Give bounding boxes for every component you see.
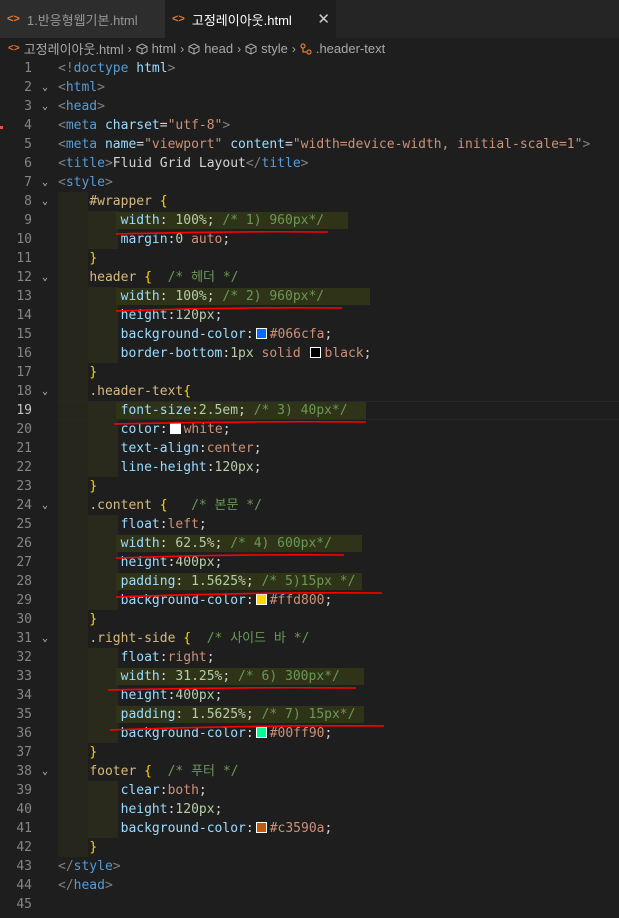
tab-label: 1.반응형웹기본.html [26, 12, 138, 28]
chevron-right-icon: › [237, 41, 242, 56]
red-underline [113, 420, 367, 425]
breadcrumb-style[interactable]: style [261, 41, 288, 56]
tab-fixed-layout[interactable]: <> 고정레이아웃.html ✕ [165, 0, 336, 38]
red-underline [115, 307, 343, 312]
breadcrumb-selector[interactable]: .header-text [316, 41, 385, 56]
annotation-underlines [107, 230, 385, 731]
breadcrumb-html[interactable]: html [152, 41, 177, 56]
html-file-icon: <> [172, 13, 185, 25]
red-underline [115, 554, 345, 559]
tab-label: 고정레이아웃.html [191, 12, 292, 28]
red-underline [109, 725, 385, 731]
code-editor[interactable]: 1 <!doctype html> 2 ⌄ <html> 3 ⌄ <head> 4 <meta c… [0, 59, 619, 918]
element-cube-icon [188, 42, 200, 55]
breadcrumb: <> 고정레이아웃.html › html › head › style › .… [0, 38, 619, 59]
html-file-icon: <> [8, 43, 20, 54]
tab-bar: <> 1.반응형웹기본.html <> 고정레이아웃.html ✕ [0, 0, 619, 38]
html-file-icon: <> [7, 13, 20, 25]
chevron-right-icon: › [180, 41, 185, 56]
chevron-right-icon: › [127, 41, 132, 56]
red-underline [115, 230, 329, 235]
breadcrumb-head[interactable]: head [204, 41, 233, 56]
breadcrumb-file[interactable]: 고정레이아웃.html [24, 39, 124, 58]
red-underline [107, 686, 357, 691]
red-underline [115, 592, 383, 598]
close-icon[interactable]: ✕ [317, 10, 330, 28]
tab-responsive-basic[interactable]: <> 1.반응형웹기본.html [0, 0, 165, 38]
element-cube-icon [245, 42, 257, 55]
selector-icon [300, 42, 312, 55]
element-cube-icon [136, 42, 148, 55]
chevron-right-icon: › [291, 41, 296, 56]
